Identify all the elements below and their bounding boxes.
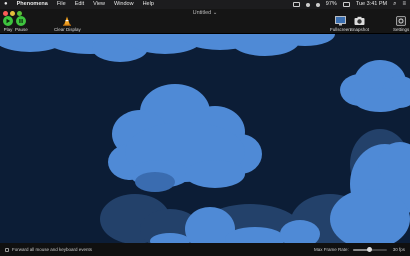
status-bar: Forward all mouse and keyboard events Ma… <box>0 243 410 256</box>
wifi-icon[interactable] <box>315 2 320 7</box>
menu-file[interactable]: File <box>57 0 66 9</box>
clear-display-button[interactable]: Clear Display <box>54 16 81 32</box>
notification-center-icon[interactable]: ≡ <box>402 0 406 9</box>
battery-icon[interactable] <box>342 2 350 7</box>
pause-button[interactable]: Pause <box>15 16 28 32</box>
settings-button[interactable]: Settings <box>393 16 409 32</box>
settings-label: Settings <box>393 27 410 32</box>
status-icon[interactable] <box>305 2 310 7</box>
snapshot-button[interactable]: Snapshot <box>350 16 369 32</box>
menu-app-name[interactable]: Phenomena <box>17 0 48 9</box>
fullscreen-label: Fullscreen <box>330 27 351 32</box>
display-icon[interactable] <box>292 2 300 7</box>
menubar-clock[interactable]: Tue 3:41 PM <box>356 0 387 9</box>
system-menubar: ● Phenomena File Edit View Window Help 9… <box>0 0 410 9</box>
frame-rate-value: 30 fps <box>392 247 405 252</box>
snapshot-label: Snapshot <box>350 27 370 32</box>
menu-view[interactable]: View <box>93 0 105 9</box>
play-icon <box>3 16 13 26</box>
menu-help[interactable]: Help <box>143 0 154 9</box>
pause-icon <box>16 16 27 26</box>
pause-label: Pause <box>15 27 28 32</box>
monitor-icon <box>334 16 346 26</box>
traffic-cone-icon <box>62 16 72 26</box>
forward-events-label[interactable]: Forward all mouse and keyboard events <box>12 247 92 252</box>
cloud-center-shadow <box>135 172 175 192</box>
apple-menu-icon[interactable]: ● <box>4 0 8 9</box>
play-button[interactable]: Play <box>3 16 13 32</box>
forward-events-checkbox[interactable] <box>5 247 9 252</box>
max-frame-rate-label: Max Frame Rate: <box>313 247 349 252</box>
settings-icon <box>396 16 407 26</box>
camera-icon <box>354 16 365 26</box>
play-label: Play <box>3 27 13 32</box>
window-toolbar: Untitled ⌄ Play Pause Clear Display Full… <box>0 9 410 34</box>
menu-edit[interactable]: Edit <box>75 0 84 9</box>
clouds-scene <box>0 34 410 243</box>
clear-display-label: Clear Display <box>54 27 81 32</box>
app-window: ● Phenomena File Edit View Window Help 9… <box>0 0 410 256</box>
frame-rate-slider[interactable] <box>352 246 387 252</box>
fullscreen-button[interactable]: Fullscreen <box>330 16 351 32</box>
render-canvas[interactable] <box>0 34 410 243</box>
frame-rate-slider-knob[interactable] <box>367 246 373 252</box>
battery-percent[interactable]: 97% <box>326 0 337 9</box>
spotlight-icon[interactable]: ⌕ <box>393 0 396 9</box>
menu-window[interactable]: Window <box>114 0 134 9</box>
